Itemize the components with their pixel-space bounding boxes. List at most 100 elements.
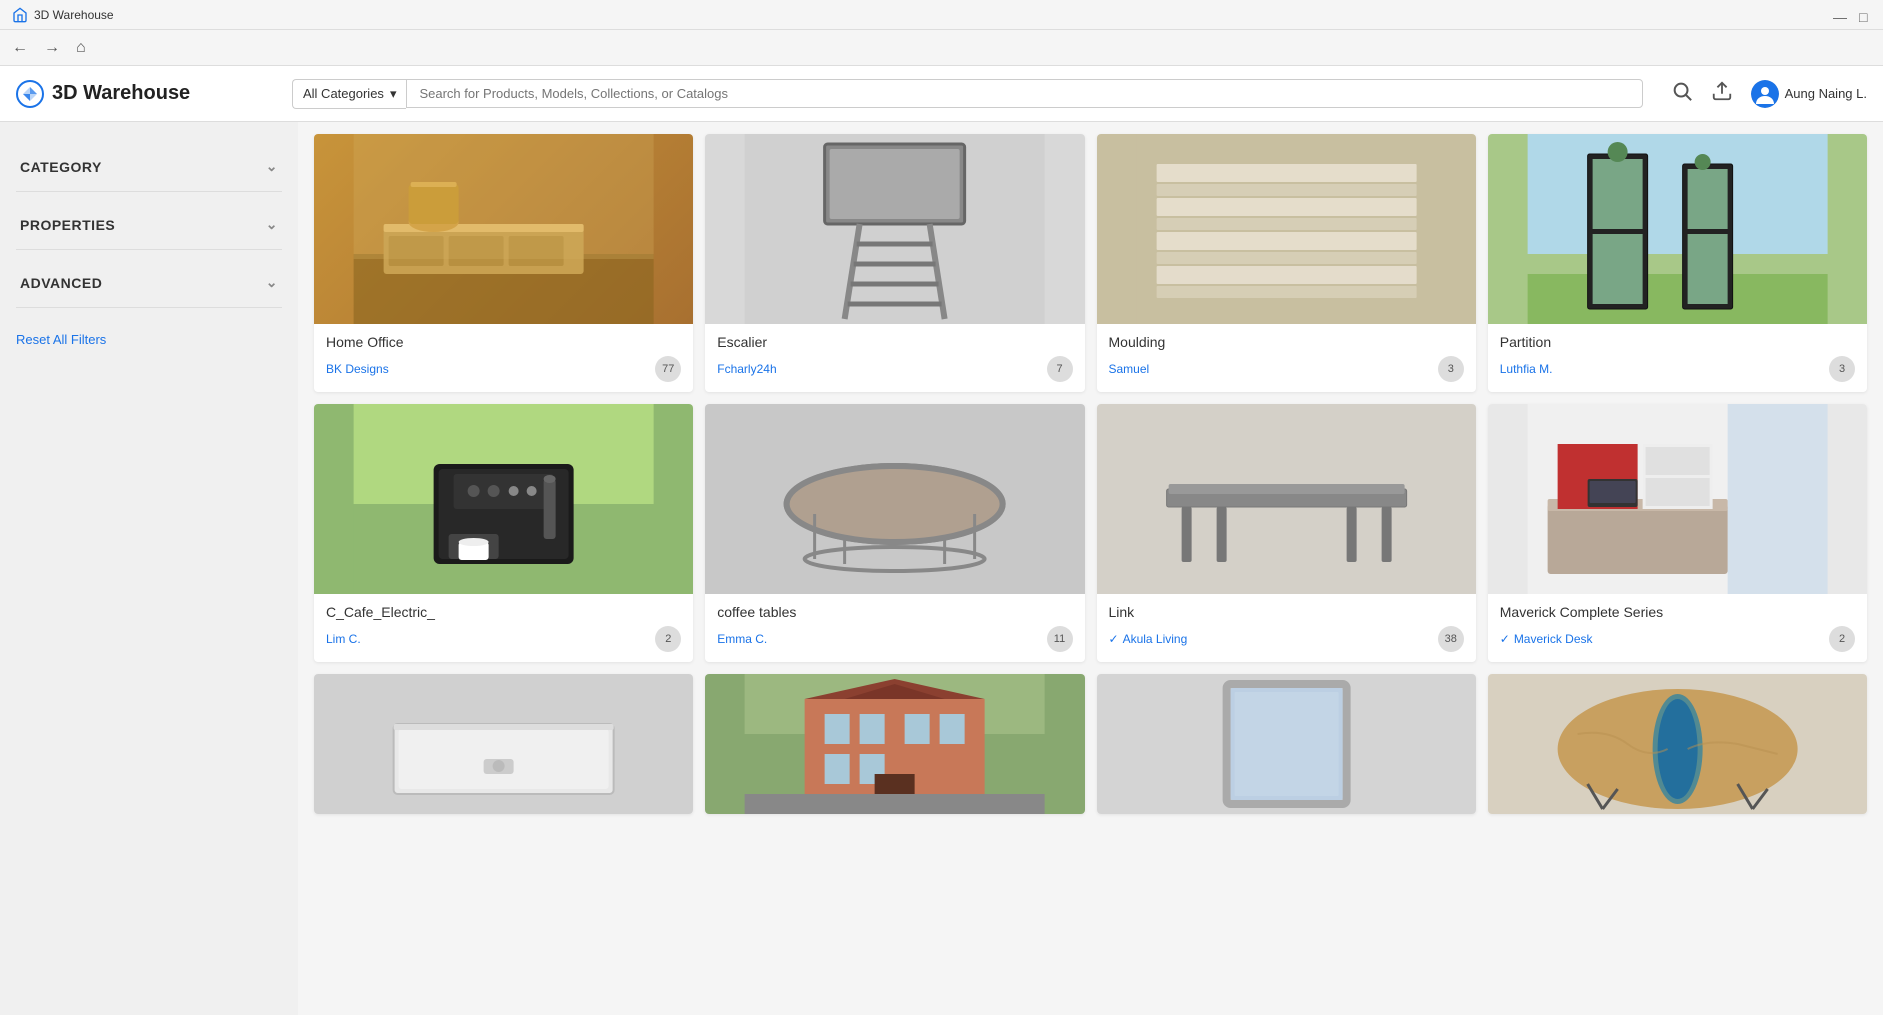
card-count-cafe-electric: 2 xyxy=(655,626,681,652)
card-title-coffee-tables: coffee tables xyxy=(717,604,1072,620)
card-author-coffee-tables: Emma C. xyxy=(717,632,767,646)
search-input[interactable] xyxy=(406,79,1642,108)
card-escalier[interactable]: Escalier Fcharly24h 7 xyxy=(705,134,1084,392)
home-button[interactable]: ⌂ xyxy=(76,39,86,57)
logo-text: 3D Warehouse xyxy=(52,82,190,105)
properties-filter-section: PROPERTIES ⌄ xyxy=(16,200,282,250)
maximize-button[interactable]: □ xyxy=(1859,9,1871,21)
card-title-home-office: Home Office xyxy=(326,334,681,350)
category-chevron-icon: ⌄ xyxy=(266,158,278,175)
advanced-filter-label: ADVANCED xyxy=(20,275,102,291)
card-meta-cafe-electric: Lim C. 2 xyxy=(326,626,681,652)
card-mirror[interactable] xyxy=(1097,674,1476,814)
nav-bar: ← → ⌂ xyxy=(0,30,1883,66)
reset-filters-link[interactable]: Reset All Filters xyxy=(16,332,106,347)
card-image-shower xyxy=(314,674,693,814)
card-title-cafe-electric: C_Cafe_Electric_ xyxy=(326,604,681,620)
category-dropdown-label: All Categories xyxy=(303,86,384,101)
search-button[interactable] xyxy=(1671,80,1693,108)
advanced-chevron-icon: ⌄ xyxy=(266,274,278,291)
properties-chevron-icon: ⌄ xyxy=(266,216,278,233)
card-info-escalier: Escalier Fcharly24h 7 xyxy=(705,324,1084,392)
logo-area: 3D Warehouse xyxy=(16,80,276,108)
card-info-moulding: Moulding Samuel 3 xyxy=(1097,324,1476,392)
card-info-partition: Partition Luthfia M. 3 xyxy=(1488,324,1867,392)
card-building[interactable] xyxy=(705,674,1084,814)
header: 3D Warehouse All Categories ▾ xyxy=(0,66,1883,122)
card-author-cafe-electric: Lim C. xyxy=(326,632,361,646)
card-image-partition xyxy=(1488,134,1867,324)
logo-icon xyxy=(16,80,44,108)
card-image-coffee-tables xyxy=(705,404,1084,594)
card-author-link: ✓ Akula Living xyxy=(1109,632,1188,646)
card-count-partition: 3 xyxy=(1829,356,1855,382)
title-bar-text: 3D Warehouse xyxy=(34,8,114,22)
card-meta-maverick: ✓ Maverick Desk 2 xyxy=(1500,626,1855,652)
card-cafe-electric[interactable]: C_Cafe_Electric_ Lim C. 2 xyxy=(314,404,693,662)
card-meta-link: ✓ Akula Living 38 xyxy=(1109,626,1464,652)
card-count-maverick: 2 xyxy=(1829,626,1855,652)
card-author-home-office: BK Designs xyxy=(326,362,389,376)
category-filter-header[interactable]: CATEGORY ⌄ xyxy=(16,142,282,191)
properties-filter-label: PROPERTIES xyxy=(20,217,115,233)
verified-icon-link: ✓ xyxy=(1109,632,1119,646)
chevron-down-icon: ▾ xyxy=(390,86,397,102)
card-count-moulding: 3 xyxy=(1438,356,1464,382)
card-info-maverick: Maverick Complete Series ✓ Maverick Desk… xyxy=(1488,594,1867,662)
card-author-maverick: ✓ Maverick Desk xyxy=(1500,632,1593,646)
card-moulding[interactable]: Moulding Samuel 3 xyxy=(1097,134,1476,392)
card-partition[interactable]: Partition Luthfia M. 3 xyxy=(1488,134,1867,392)
card-shower[interactable] xyxy=(314,674,693,814)
card-meta-partition: Luthfia M. 3 xyxy=(1500,356,1855,382)
advanced-filter-header[interactable]: ADVANCED ⌄ xyxy=(16,258,282,307)
card-river-table[interactable] xyxy=(1488,674,1867,814)
card-author-partition: Luthfia M. xyxy=(1500,362,1553,376)
category-dropdown[interactable]: All Categories ▾ xyxy=(292,79,406,109)
warehouse-icon-small xyxy=(12,7,28,23)
card-image-home-office xyxy=(314,134,693,324)
card-home-office[interactable]: Home Office BK Designs 77 xyxy=(314,134,693,392)
header-actions: Aung Naing L. xyxy=(1671,80,1867,108)
card-title-moulding: Moulding xyxy=(1109,334,1464,350)
card-author-escalier: Fcharly24h xyxy=(717,362,776,376)
category-filter-label: CATEGORY xyxy=(20,159,102,175)
card-meta-home-office: BK Designs 77 xyxy=(326,356,681,382)
card-info-coffee-tables: coffee tables Emma C. 11 xyxy=(705,594,1084,662)
card-count-link: 38 xyxy=(1438,626,1464,652)
minimize-button[interactable]: — xyxy=(1833,9,1845,21)
advanced-filter-section: ADVANCED ⌄ xyxy=(16,258,282,308)
card-info-cafe-electric: C_Cafe_Electric_ Lim C. 2 xyxy=(314,594,693,662)
card-image-link xyxy=(1097,404,1476,594)
search-area: All Categories ▾ xyxy=(292,79,1643,109)
category-filter-section: CATEGORY ⌄ xyxy=(16,142,282,192)
properties-filter-header[interactable]: PROPERTIES ⌄ xyxy=(16,200,282,249)
card-image-maverick xyxy=(1488,404,1867,594)
card-info-home-office: Home Office BK Designs 77 xyxy=(314,324,693,392)
card-count-escalier: 7 xyxy=(1047,356,1073,382)
user-area[interactable]: Aung Naing L. xyxy=(1751,80,1867,108)
avatar xyxy=(1751,80,1779,108)
content-area: Home Office BK Designs 77 xyxy=(298,122,1883,1015)
user-name: Aung Naing L. xyxy=(1785,86,1867,101)
upload-button[interactable] xyxy=(1711,80,1733,108)
card-image-building xyxy=(705,674,1084,814)
card-author-moulding: Samuel xyxy=(1109,362,1150,376)
forward-button[interactable]: → xyxy=(44,39,60,57)
author-name-link: Akula Living xyxy=(1123,632,1188,646)
back-button[interactable]: ← xyxy=(12,39,28,57)
card-image-mirror xyxy=(1097,674,1476,814)
card-count-coffee-tables: 11 xyxy=(1047,626,1073,652)
card-maverick[interactable]: Maverick Complete Series ✓ Maverick Desk… xyxy=(1488,404,1867,662)
card-coffee-tables[interactable]: coffee tables Emma C. 11 xyxy=(705,404,1084,662)
card-title-partition: Partition xyxy=(1500,334,1855,350)
card-meta-coffee-tables: Emma C. 11 xyxy=(717,626,1072,652)
verified-icon-maverick: ✓ xyxy=(1500,632,1510,646)
author-name-maverick: Maverick Desk xyxy=(1514,632,1593,646)
main-layout: CATEGORY ⌄ PROPERTIES ⌄ ADVANCED ⌄ Reset… xyxy=(0,122,1883,1015)
card-image-moulding xyxy=(1097,134,1476,324)
card-count-home-office: 77 xyxy=(655,356,681,382)
card-link[interactable]: Link ✓ Akula Living 38 xyxy=(1097,404,1476,662)
card-meta-moulding: Samuel 3 xyxy=(1109,356,1464,382)
sidebar: CATEGORY ⌄ PROPERTIES ⌄ ADVANCED ⌄ Reset… xyxy=(0,122,298,1015)
card-meta-escalier: Fcharly24h 7 xyxy=(717,356,1072,382)
